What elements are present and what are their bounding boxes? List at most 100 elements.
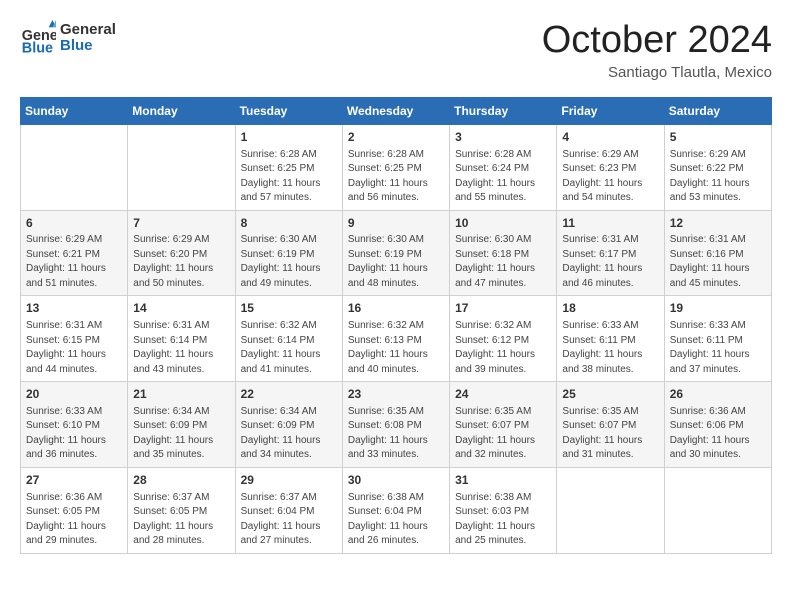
- day-number: 18: [562, 300, 658, 317]
- day-info: Sunrise: 6:30 AMSunset: 6:19 PMDaylight:…: [348, 233, 444, 291]
- svg-text:Blue: Blue: [22, 40, 53, 56]
- calendar-cell: 26 Sunrise: 6:36 AMSunset: 6:06 PMDayligh…: [664, 382, 771, 468]
- calendar-header-row: SundayMondayTuesdayWednesdayThursdayFrid…: [21, 97, 772, 124]
- calendar-cell: 3Sunrise: 6:28 AMSunset: 6:24 PMDaylight…: [450, 124, 557, 210]
- calendar-cell: 27 Sunrise: 6:36 AMSunset: 6:05 PMDayligh…: [21, 467, 128, 553]
- calendar-week-row: 1 Sunrise: 6:28 AMSunset: 6:25 PMDaylight…: [21, 124, 772, 210]
- day-info: Sunrise: 6:31 AMSunset: 6:16 PMDaylight:…: [670, 233, 766, 291]
- day-info: Sunrise: 6:37 AMSunset: 6:05 PMDaylight:…: [133, 491, 229, 549]
- day-number: 10: [455, 215, 551, 232]
- day-number: 9: [348, 215, 444, 232]
- calendar-cell: 9Sunrise: 6:30 AMSunset: 6:19 PMDaylight…: [342, 210, 449, 296]
- calendar-cell: 4 Sunrise: 6:29 AMSunset: 6:23 PMDaylight…: [557, 124, 664, 210]
- calendar-cell: 16 Sunrise: 6:32 AMSunset: 6:13 PMDayligh…: [342, 296, 449, 382]
- day-info: Sunrise: 6:34 AMSunset: 6:09 PMDaylight:…: [133, 405, 229, 463]
- day-number: 8: [241, 215, 337, 232]
- day-number: 25: [562, 386, 658, 403]
- day-info: Sunrise: 6:36 AMSunset: 6:06 PMDaylight:…: [670, 405, 766, 463]
- calendar-cell: 24 Sunrise: 6:35 AMSunset: 6:07 PMDayligh…: [450, 382, 557, 468]
- day-info: Sunrise: 6:29 AMSunset: 6:23 PMDaylight:…: [562, 148, 658, 206]
- day-number: 26: [670, 386, 766, 403]
- day-info: Sunrise: 6:28 AMSunset: 6:25 PMDaylight:…: [348, 148, 444, 206]
- calendar-cell: 31Sunrise: 6:38 AMSunset: 6:03 PMDayligh…: [450, 467, 557, 553]
- day-info: Sunrise: 6:31 AMSunset: 6:17 PMDaylight:…: [562, 233, 658, 291]
- day-number: 6: [26, 215, 122, 232]
- day-info: Sunrise: 6:30 AMSunset: 6:18 PMDaylight:…: [455, 233, 551, 291]
- weekday-header-sunday: Sunday: [21, 97, 128, 124]
- day-number: 15: [241, 300, 337, 317]
- calendar-cell: 8Sunrise: 6:30 AMSunset: 6:19 PMDaylight…: [235, 210, 342, 296]
- day-number: 23: [348, 386, 444, 403]
- day-number: 5: [670, 129, 766, 146]
- weekday-header-thursday: Thursday: [450, 97, 557, 124]
- calendar-cell: 10Sunrise: 6:30 AMSunset: 6:18 PMDayligh…: [450, 210, 557, 296]
- calendar-cell: 19 Sunrise: 6:33 AMSunset: 6:11 PMDayligh…: [664, 296, 771, 382]
- calendar-cell: 17 Sunrise: 6:32 AMSunset: 6:12 PMDayligh…: [450, 296, 557, 382]
- calendar-cell: 23 Sunrise: 6:35 AMSunset: 6:08 PMDayligh…: [342, 382, 449, 468]
- calendar-week-row: 6Sunrise: 6:29 AMSunset: 6:21 PMDaylight…: [21, 210, 772, 296]
- calendar-cell: 7Sunrise: 6:29 AMSunset: 6:20 PMDaylight…: [128, 210, 235, 296]
- calendar-table: SundayMondayTuesdayWednesdayThursdayFrid…: [20, 97, 772, 554]
- calendar-cell: 1 Sunrise: 6:28 AMSunset: 6:25 PMDaylight…: [235, 124, 342, 210]
- day-number: 24: [455, 386, 551, 403]
- day-info: Sunrise: 6:30 AMSunset: 6:19 PMDaylight:…: [241, 233, 337, 291]
- title-area: October 2024 Santiago Tlautla, Mexico: [542, 20, 772, 81]
- day-info: Sunrise: 6:36 AMSunset: 6:05 PMDaylight:…: [26, 491, 122, 549]
- day-info: Sunrise: 6:29 AMSunset: 6:22 PMDaylight:…: [670, 148, 766, 206]
- calendar-cell: 15 Sunrise: 6:32 AMSunset: 6:14 PMDayligh…: [235, 296, 342, 382]
- calendar-cell: 25Sunrise: 6:35 AMSunset: 6:07 PMDayligh…: [557, 382, 664, 468]
- day-number: 21: [133, 386, 229, 403]
- calendar-cell: 2 Sunrise: 6:28 AMSunset: 6:25 PMDaylight…: [342, 124, 449, 210]
- calendar-cell: [128, 124, 235, 210]
- weekday-header-friday: Friday: [557, 97, 664, 124]
- calendar-week-row: 13Sunrise: 6:31 AMSunset: 6:15 PMDayligh…: [21, 296, 772, 382]
- day-info: Sunrise: 6:35 AMSunset: 6:07 PMDaylight:…: [455, 405, 551, 463]
- day-number: 22: [241, 386, 337, 403]
- calendar-cell: [664, 467, 771, 553]
- calendar-cell: 29Sunrise: 6:37 AMSunset: 6:04 PMDayligh…: [235, 467, 342, 553]
- day-info: Sunrise: 6:32 AMSunset: 6:14 PMDaylight:…: [241, 319, 337, 377]
- location-title: Santiago Tlautla, Mexico: [542, 64, 772, 81]
- calendar-week-row: 27 Sunrise: 6:36 AMSunset: 6:05 PMDayligh…: [21, 467, 772, 553]
- day-number: 19: [670, 300, 766, 317]
- day-number: 30: [348, 472, 444, 489]
- month-title: October 2024: [542, 20, 772, 62]
- calendar-cell: 11Sunrise: 6:31 AMSunset: 6:17 PMDayligh…: [557, 210, 664, 296]
- weekday-header-wednesday: Wednesday: [342, 97, 449, 124]
- day-info: Sunrise: 6:34 AMSunset: 6:09 PMDaylight:…: [241, 405, 337, 463]
- calendar-cell: 5 Sunrise: 6:29 AMSunset: 6:22 PMDaylight…: [664, 124, 771, 210]
- day-info: Sunrise: 6:37 AMSunset: 6:04 PMDaylight:…: [241, 491, 337, 549]
- day-info: Sunrise: 6:33 AMSunset: 6:11 PMDaylight:…: [670, 319, 766, 377]
- calendar-body: 1 Sunrise: 6:28 AMSunset: 6:25 PMDaylight…: [21, 124, 772, 553]
- day-info: Sunrise: 6:38 AMSunset: 6:04 PMDaylight:…: [348, 491, 444, 549]
- day-info: Sunrise: 6:35 AMSunset: 6:08 PMDaylight:…: [348, 405, 444, 463]
- day-number: 16: [348, 300, 444, 317]
- day-number: 4: [562, 129, 658, 146]
- day-info: Sunrise: 6:38 AMSunset: 6:03 PMDaylight:…: [455, 491, 551, 549]
- day-number: 17: [455, 300, 551, 317]
- day-info: Sunrise: 6:32 AMSunset: 6:13 PMDaylight:…: [348, 319, 444, 377]
- calendar-week-row: 20Sunrise: 6:33 AMSunset: 6:10 PMDayligh…: [21, 382, 772, 468]
- calendar-cell: 13Sunrise: 6:31 AMSunset: 6:15 PMDayligh…: [21, 296, 128, 382]
- day-number: 27: [26, 472, 122, 489]
- day-info: Sunrise: 6:31 AMSunset: 6:14 PMDaylight:…: [133, 319, 229, 377]
- logo: General Blue General Blue: [20, 20, 116, 56]
- day-number: 13: [26, 300, 122, 317]
- day-info: Sunrise: 6:29 AMSunset: 6:20 PMDaylight:…: [133, 233, 229, 291]
- day-number: 2: [348, 129, 444, 146]
- calendar-cell: [557, 467, 664, 553]
- day-number: 1: [241, 129, 337, 146]
- day-number: 7: [133, 215, 229, 232]
- page-header: General Blue General Blue October 2024 S…: [20, 20, 772, 81]
- day-info: Sunrise: 6:33 AMSunset: 6:10 PMDaylight:…: [26, 405, 122, 463]
- weekday-header-monday: Monday: [128, 97, 235, 124]
- calendar-cell: 20Sunrise: 6:33 AMSunset: 6:10 PMDayligh…: [21, 382, 128, 468]
- calendar-cell: 22 Sunrise: 6:34 AMSunset: 6:09 PMDayligh…: [235, 382, 342, 468]
- day-number: 11: [562, 215, 658, 232]
- day-info: Sunrise: 6:28 AMSunset: 6:25 PMDaylight:…: [241, 148, 337, 206]
- weekday-header-saturday: Saturday: [664, 97, 771, 124]
- logo-blue: Blue: [60, 38, 116, 55]
- day-info: Sunrise: 6:32 AMSunset: 6:12 PMDaylight:…: [455, 319, 551, 377]
- calendar-cell: 18Sunrise: 6:33 AMSunset: 6:11 PMDayligh…: [557, 296, 664, 382]
- calendar-cell: 6Sunrise: 6:29 AMSunset: 6:21 PMDaylight…: [21, 210, 128, 296]
